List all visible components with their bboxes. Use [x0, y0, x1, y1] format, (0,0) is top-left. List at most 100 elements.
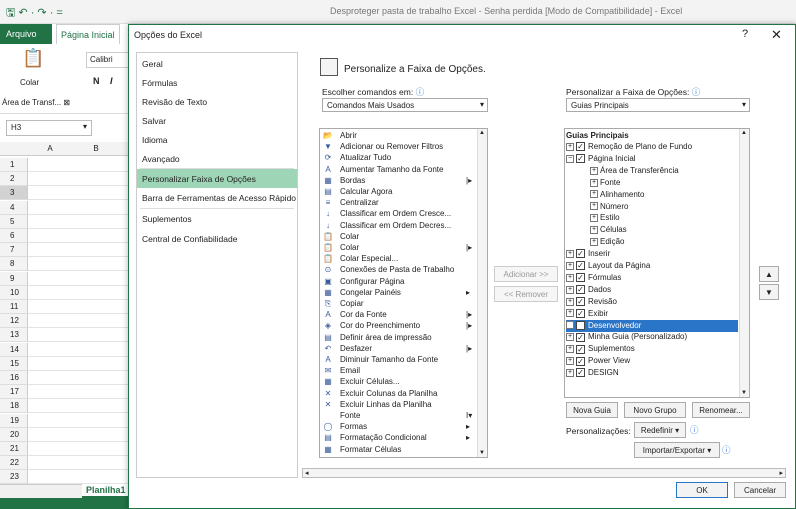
row-header[interactable]: 12 — [0, 314, 28, 329]
expand-icon[interactable]: + — [566, 309, 574, 318]
nav-item[interactable]: Central de Confiabilidade — [137, 229, 297, 248]
tab-checkbox[interactable]: ✓ — [576, 356, 585, 366]
add-button[interactable]: Adicionar >> — [494, 266, 558, 282]
row-header[interactable]: 21 — [0, 442, 28, 456]
command-item[interactable]: ↶ Desfazer |▸ — [322, 343, 472, 354]
grid-row[interactable] — [28, 300, 130, 314]
command-item[interactable]: ⎘ Copiar — [322, 298, 472, 309]
row-header[interactable]: 22 — [0, 456, 28, 471]
row-header[interactable]: 9 — [0, 271, 28, 286]
row-header[interactable]: 8 — [0, 257, 28, 272]
row-header[interactable]: 17 — [0, 385, 28, 400]
tree-item[interactable]: + ✓ Minha Guia (Personalizado) — [566, 331, 687, 343]
column-header-a[interactable]: A — [28, 144, 72, 153]
expand-icon[interactable]: + — [590, 166, 598, 175]
grid-row[interactable] — [28, 314, 130, 329]
tree-item[interactable]: + ✓ DESIGN — [566, 367, 619, 379]
row-header[interactable]: 23 — [0, 470, 28, 485]
nav-item[interactable]: Salvar — [137, 111, 297, 130]
command-item[interactable]: A Cor da Fonte |▸ — [322, 309, 472, 320]
name-box[interactable]: H3 ▾ — [6, 120, 92, 136]
horizontal-scrollbar[interactable]: ◂ ▸ — [302, 468, 786, 478]
tab-checkbox[interactable]: ✓ — [576, 368, 585, 378]
grid-row[interactable] — [28, 328, 130, 343]
tree-item[interactable]: + Estilo — [590, 212, 620, 224]
grid-row[interactable] — [28, 272, 130, 286]
expand-icon[interactable]: + — [566, 368, 574, 377]
expand-icon[interactable]: + — [566, 285, 574, 294]
nav-item[interactable]: Fórmulas — [137, 73, 297, 92]
nav-item[interactable]: Idioma — [137, 130, 297, 149]
sheet-tab[interactable]: Planilha1 — [82, 484, 130, 498]
tab-checkbox[interactable]: ✓ — [576, 285, 585, 295]
tree-item[interactable]: + Número — [590, 201, 628, 213]
help-button[interactable]: ? — [742, 28, 748, 40]
row-header[interactable]: 19 — [0, 413, 28, 428]
choose-commands-select[interactable]: Comandos Mais Usados ▾ — [322, 98, 488, 112]
collapse-icon[interactable]: − — [566, 154, 574, 163]
expand-icon[interactable]: + — [566, 321, 574, 330]
tab-file[interactable]: Arquivo — [0, 24, 52, 44]
row-header[interactable]: 18 — [0, 399, 28, 414]
tree-item[interactable]: + Edição — [590, 236, 624, 248]
expand-icon[interactable]: + — [566, 273, 574, 282]
nav-item[interactable]: Personalizar Faixa de Opções — [137, 169, 297, 188]
expand-icon[interactable]: + — [566, 345, 574, 354]
scroll-up-icon[interactable]: ▲ — [741, 130, 747, 136]
row-header[interactable]: 1 — [0, 158, 28, 172]
move-down-button[interactable]: ▼ — [759, 284, 779, 300]
quick-access-toolbar[interactable]: 🖫 ↶ · ↷ · = — [6, 4, 63, 23]
row-header[interactable]: 3 — [0, 186, 28, 201]
tab-checkbox[interactable]: ✓ — [576, 142, 585, 152]
command-item[interactable]: ▦ Bordas |▸ — [322, 175, 472, 186]
row-header[interactable]: 4 — [0, 200, 28, 215]
expand-icon[interactable]: + — [590, 226, 598, 235]
tree-item[interactable]: + Alinhamento — [590, 189, 644, 201]
tab-checkbox[interactable]: ✓ — [576, 308, 585, 318]
scroll-down-icon[interactable]: ▼ — [741, 390, 747, 396]
tab-checkbox[interactable]: ✓ — [576, 332, 585, 342]
font-name-box[interactable]: Calibri — [86, 52, 130, 68]
expand-icon[interactable]: + — [590, 190, 598, 199]
tree-item[interactable]: + ✓ Layout da Página — [566, 260, 650, 272]
command-item[interactable]: ▦ Excluir Células... — [322, 376, 472, 387]
remove-button[interactable]: << Remover — [494, 286, 558, 302]
grid-row[interactable] — [28, 414, 130, 428]
tree-item[interactable]: + ✓ Fórmulas — [566, 272, 621, 284]
grid-row[interactable] — [28, 229, 130, 243]
move-up-button[interactable]: ▲ — [759, 266, 779, 282]
cancel-button[interactable]: Cancelar — [734, 482, 786, 498]
command-item[interactable]: 📂 Abrir — [322, 130, 472, 141]
grid-row[interactable] — [28, 385, 130, 400]
grid-row[interactable] — [28, 201, 130, 215]
ok-button[interactable]: OK — [676, 482, 728, 498]
grid-row[interactable] — [28, 456, 130, 471]
row-header[interactable]: 10 — [0, 285, 28, 300]
scroll-right-icon[interactable]: ▸ — [779, 469, 783, 477]
command-item[interactable]: A Aumentar Tamanho da Fonte — [322, 164, 472, 175]
grid-row[interactable] — [28, 257, 130, 272]
grid-row[interactable] — [28, 158, 130, 172]
command-item[interactable]: ▼ Adicionar ou Remover Filtros — [322, 141, 472, 152]
tree-item[interactable]: + ✓ Dados — [566, 284, 611, 296]
row-header[interactable]: 13 — [0, 328, 28, 343]
column-header-b[interactable]: B — [72, 144, 120, 153]
grid-row[interactable] — [28, 343, 130, 357]
command-item[interactable]: ≡ Centralizar — [322, 197, 472, 208]
nav-item[interactable]: Revisão de Texto — [137, 92, 297, 111]
command-item[interactable]: ▤ Calcular Agora — [322, 186, 472, 197]
expand-icon[interactable]: + — [590, 202, 598, 211]
command-item[interactable]: Fonte I▾ — [322, 410, 472, 421]
row-header[interactable]: 16 — [0, 371, 28, 385]
grid-row[interactable] — [28, 172, 130, 187]
command-item[interactable]: ⊙ Conexões de Pasta de Trabalho — [322, 264, 472, 275]
expand-icon[interactable]: + — [590, 214, 598, 223]
grid-row[interactable] — [28, 215, 130, 229]
grid-row[interactable] — [28, 442, 130, 456]
tree-item[interactable]: + Área de Transferência — [590, 165, 679, 177]
expand-icon[interactable]: + — [566, 297, 574, 306]
tab-home[interactable]: Página Inicial — [56, 24, 120, 44]
bold-button[interactable]: N — [93, 76, 100, 86]
expand-icon[interactable]: + — [590, 238, 598, 247]
new-tab-button[interactable]: Nova Guia — [566, 402, 618, 418]
